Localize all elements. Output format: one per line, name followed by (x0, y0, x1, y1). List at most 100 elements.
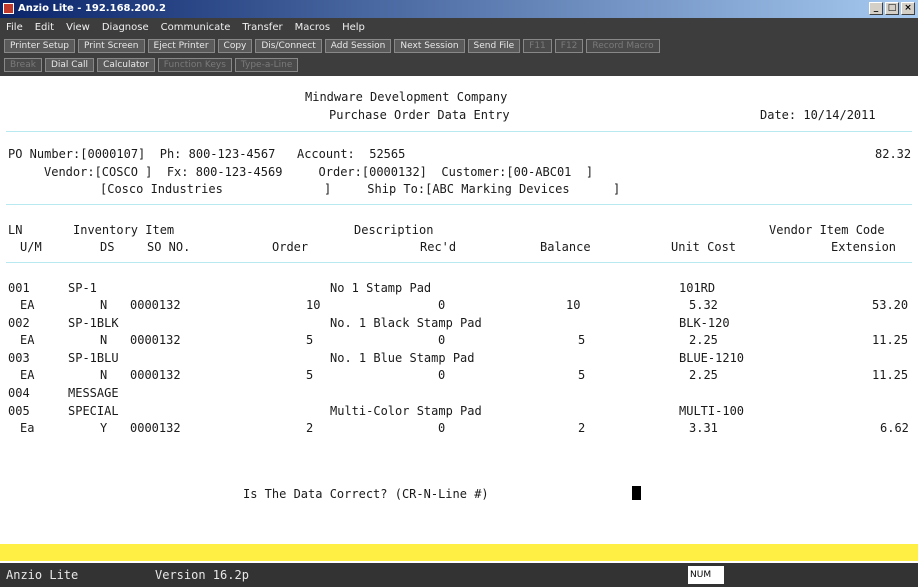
line-desc: No. 1 Black Stamp Pad (330, 316, 482, 330)
status-app-name: Anzio Lite (6, 568, 79, 582)
line-vendor-code: 101RD (679, 281, 716, 295)
line-unit-cost: 2.25 (689, 333, 718, 347)
line-desc: No 1 Stamp Pad (330, 281, 432, 295)
line-um: EA (20, 298, 35, 312)
line-extension: 6.62 (880, 421, 909, 435)
line-number: 004 (8, 386, 30, 400)
eject-printer-button[interactable]: Eject Printer (147, 39, 215, 53)
line-so-no: 0000132 (130, 333, 181, 347)
line-item: SP-1BLK (68, 316, 119, 330)
toolbar: Printer Setup Print Screen Eject Printer… (0, 36, 918, 76)
line-extension: 11.25 (872, 333, 909, 347)
screen-date: Date: 10/14/2011 (760, 108, 876, 122)
company-name: Mindware Development Company (305, 90, 508, 104)
po-header-line2: Vendor:[COSCO ] Fx: 800-123-4569 Order:[… (44, 165, 594, 179)
col-inventory-item: Inventory Item (73, 223, 175, 237)
print-screen-button[interactable]: Print Screen (78, 39, 145, 53)
col-balance: Balance (540, 240, 591, 254)
separator (6, 204, 912, 205)
menu-transfer[interactable]: Transfer (236, 22, 288, 33)
menu-file[interactable]: File (0, 22, 29, 33)
line-item: SPECIAL (68, 404, 119, 418)
add-session-button[interactable]: Add Session (324, 39, 392, 53)
line-order: 5 (306, 333, 314, 347)
col-ds: DS (100, 240, 115, 254)
menu-macros[interactable]: Macros (289, 22, 336, 33)
menu-bar: File Edit View Diagnose Communicate Tran… (0, 18, 918, 36)
f12-button[interactable]: F12 (554, 39, 584, 53)
close-icon[interactable]: × (901, 2, 915, 15)
line-recd: 0 (438, 421, 446, 435)
po-header-line3: [Cosco Industries ] Ship To:[ABC Marking… (100, 182, 621, 196)
line-number: 002 (8, 316, 30, 330)
col-recd: Rec'd (420, 240, 457, 254)
col-order: Order (272, 240, 309, 254)
menu-view[interactable]: View (60, 22, 96, 33)
dial-call-button[interactable]: Dial Call (44, 58, 95, 72)
col-extension: Extension (831, 240, 897, 254)
line-recd: 0 (438, 368, 446, 382)
terminal-screen[interactable]: Mindware Development Company Purchase Or… (0, 76, 918, 563)
line-order: 10 (306, 298, 321, 312)
break-button[interactable]: Break (4, 58, 42, 72)
po-header-line1: PO Number:[0000107] Ph: 800-123-4567 Acc… (8, 147, 406, 161)
line-balance: 5 (578, 368, 586, 382)
line-item: SP-1 (68, 281, 97, 295)
col-um: U/M (20, 240, 42, 254)
line-extension: 11.25 (872, 368, 909, 382)
printer-setup-button[interactable]: Printer Setup (4, 39, 75, 53)
menu-communicate[interactable]: Communicate (155, 22, 237, 33)
line-order: 2 (306, 421, 314, 435)
menu-diagnose[interactable]: Diagnose (96, 22, 155, 33)
disconnect-button[interactable]: Dis/Connect (255, 39, 322, 53)
line-balance: 5 (578, 333, 586, 347)
line-order: 5 (306, 368, 314, 382)
col-ln: LN (8, 223, 23, 237)
line-unit-cost: 2.25 (689, 368, 718, 382)
copy-button[interactable]: Copy (217, 39, 253, 53)
status-version: Version 16.2p (155, 568, 249, 582)
line-um: EA (20, 368, 35, 382)
text-cursor (632, 486, 641, 500)
line-desc: No. 1 Blue Stamp Pad (330, 351, 475, 365)
minimize-icon[interactable]: _ (869, 2, 883, 15)
line-so-no: 0000132 (130, 421, 181, 435)
col-so-no: SO NO. (147, 240, 191, 254)
menu-edit[interactable]: Edit (29, 22, 60, 33)
line-balance: 2 (578, 421, 586, 435)
line-vendor-code: BLUE-1210 (679, 351, 745, 365)
menu-help[interactable]: Help (336, 22, 371, 33)
line-number: 003 (8, 351, 30, 365)
line-um: Ea (20, 421, 35, 435)
status-highlight-bar (0, 544, 918, 561)
maximize-icon[interactable]: □ (885, 2, 899, 15)
next-session-button[interactable]: Next Session (394, 39, 465, 53)
line-number: 001 (8, 281, 30, 295)
line-recd: 0 (438, 333, 446, 347)
num-lock-indicator: NUM (688, 566, 724, 584)
screen-subtitle: Purchase Order Data Entry (329, 108, 510, 122)
line-so-no: 0000132 (130, 298, 181, 312)
line-item: SP-1BLU (68, 351, 119, 365)
col-vendor-item-code: Vendor Item Code (769, 223, 885, 237)
calculator-button[interactable]: Calculator (97, 58, 155, 72)
send-file-button[interactable]: Send File (467, 39, 521, 53)
line-ds: N (100, 298, 108, 312)
function-keys-button[interactable]: Function Keys (157, 58, 232, 72)
app-icon (3, 3, 14, 14)
line-vendor-code: BLK-120 (679, 316, 730, 330)
window-title: Anzio Lite - 192.168.200.2 (18, 3, 166, 14)
line-um: EA (20, 333, 35, 347)
line-extension: 53.20 (872, 298, 909, 312)
po-amount: 82.32 (875, 147, 912, 161)
line-item: MESSAGE (68, 386, 119, 400)
line-desc: Multi-Color Stamp Pad (330, 404, 482, 418)
line-so-no: 0000132 (130, 368, 181, 382)
type-a-line-button[interactable]: Type-a-Line (234, 58, 299, 72)
f11-button[interactable]: F11 (523, 39, 552, 53)
line-number: 005 (8, 404, 30, 418)
line-recd: 0 (438, 298, 446, 312)
status-bar: Anzio Lite Version 16.2p NUM (0, 563, 918, 587)
line-ds: Y (100, 421, 108, 435)
record-macro-button[interactable]: Record Macro (586, 39, 660, 53)
